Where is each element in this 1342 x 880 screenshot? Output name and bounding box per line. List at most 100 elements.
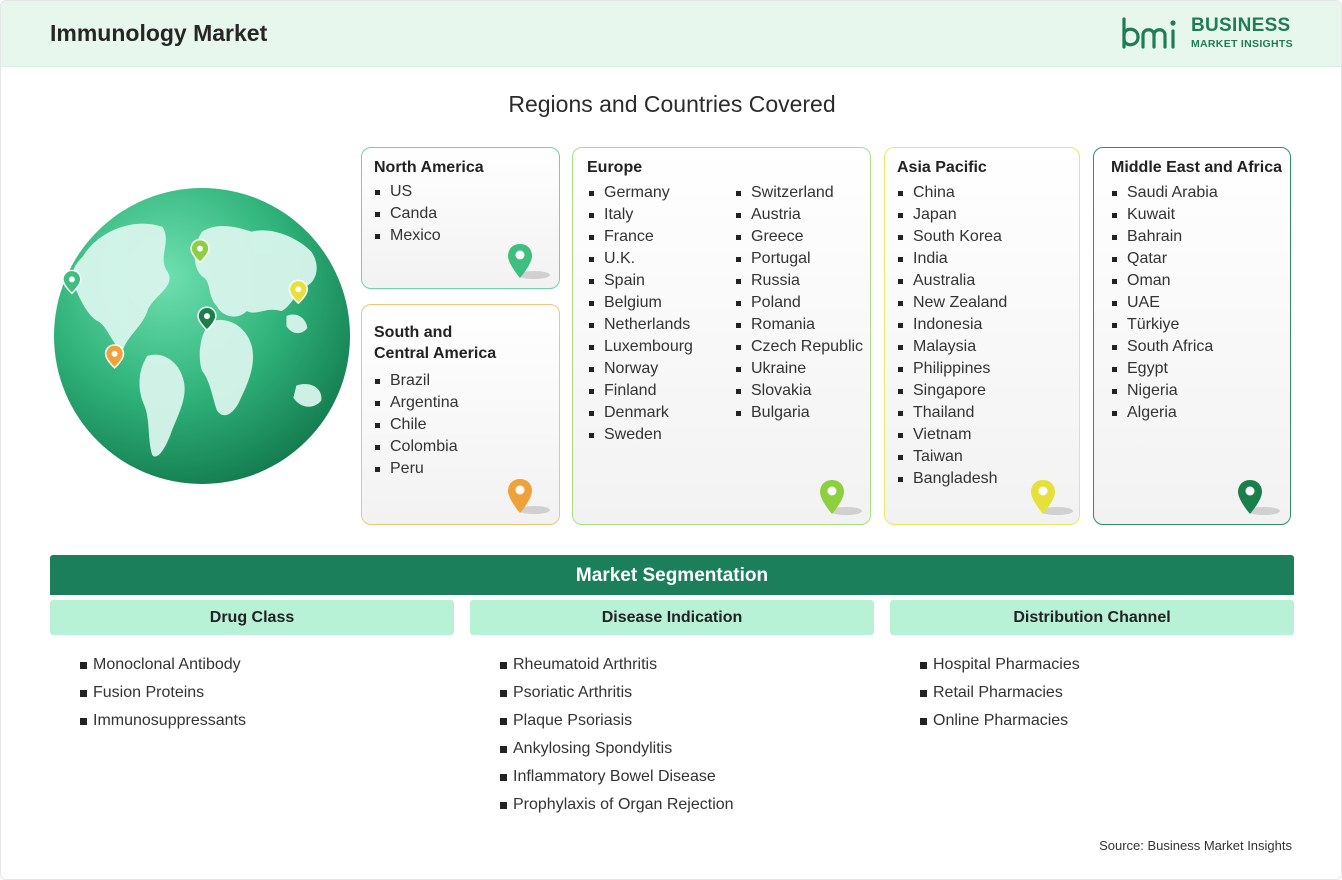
list-item: Romania <box>734 314 863 336</box>
logo: BUSINESS MARKET INSIGHTS <box>1121 15 1301 55</box>
list-item: Indonesia <box>896 314 1007 336</box>
list-item: Netherlands <box>587 314 693 336</box>
list-item: Finland <box>587 380 693 402</box>
list-item: Taiwan <box>896 446 1007 468</box>
segment-heading-label: Drug Class <box>209 609 295 626</box>
region-title-line: South and <box>374 324 453 341</box>
list-item: South Africa <box>1110 336 1218 358</box>
list-item: Monoclonal Antibody <box>80 651 246 679</box>
list-item: Online Pharmacies <box>920 707 1080 735</box>
list-item: Retail Pharmacies <box>920 679 1080 707</box>
region-title: Asia Pacific <box>897 159 987 176</box>
list-item: Plaque Psoriasis <box>500 707 734 735</box>
list-item: Prophylaxis of Organ Rejection <box>500 791 734 819</box>
list-item: Argentina <box>373 392 459 414</box>
segment-heading-label: Disease Indication <box>601 609 743 626</box>
list-item: UAE <box>1110 292 1218 314</box>
list-item: Canda <box>373 203 441 225</box>
list-item: Rheumatoid Arthritis <box>500 651 734 679</box>
regions-title: Regions and Countries Covered <box>508 91 836 117</box>
list-item: New Zealand <box>896 292 1007 314</box>
list-item: Bahrain <box>1110 226 1218 248</box>
list-item: Italy <box>587 204 693 226</box>
list-item: Portugal <box>734 248 863 270</box>
list-item: Greece <box>734 226 863 248</box>
list-item: Chile <box>373 414 459 436</box>
list-item: Spain <box>587 270 693 292</box>
list-item: Kuwait <box>1110 204 1218 226</box>
list-item: Peru <box>373 458 459 480</box>
list-item: Qatar <box>1110 248 1218 270</box>
list-item: Inflammatory Bowel Disease <box>500 763 734 791</box>
list-item: Immunosuppressants <box>80 707 246 735</box>
region-title-line: Central America <box>374 345 497 362</box>
list-item: Russia <box>734 270 863 292</box>
region-title: Europe <box>587 159 643 176</box>
map-pin-icon <box>1031 480 1073 515</box>
list-item: Nigeria <box>1110 380 1218 402</box>
region-title: Middle East and Africa <box>1111 159 1282 176</box>
list-item: US <box>373 181 441 203</box>
logo-word-business: BUSINESS <box>1191 15 1291 36</box>
list-item: Ankylosing Spondylitis <box>500 735 734 763</box>
list-item: Fusion Proteins <box>80 679 246 707</box>
globe-icon <box>53 187 351 485</box>
list-item: Saudi Arabia <box>1110 182 1218 204</box>
list-item: Bulgaria <box>734 402 863 424</box>
list-item: Bangladesh <box>896 468 1007 490</box>
list-item: Sweden <box>587 424 693 446</box>
list-item: Luxembourg <box>587 336 693 358</box>
list-item: Algeria <box>1110 402 1218 424</box>
list-item: Singapore <box>896 380 1007 402</box>
segment-list-drug-class: Monoclonal Antibody Fusion Proteins Immu… <box>80 651 246 735</box>
segment-heading-distribution-channel: Distribution Channel <box>890 600 1294 635</box>
segment-list-distribution-channel: Hospital Pharmacies Retail Pharmacies On… <box>920 651 1080 735</box>
region-card-south-central-america: South and Central America Brazil Argenti… <box>361 304 560 525</box>
region-card-asia-pacific: Asia Pacific China Japan South Korea Ind… <box>884 147 1080 525</box>
list-item: Poland <box>734 292 863 314</box>
header: Immunology Market BUSINESS MARKET INSIGH… <box>1 1 1341 67</box>
list-item: Egypt <box>1110 358 1218 380</box>
logo-word-market-insights: MARKET INSIGHTS <box>1191 38 1293 50</box>
region-card-north-america: North America US Canda Mexico <box>361 147 560 289</box>
map-pin-icon <box>1238 480 1280 515</box>
segmentation-bar: Market Segmentation <box>50 555 1294 595</box>
country-list: Germany Italy France U.K. Spain Belgium … <box>587 182 693 446</box>
list-item: Brazil <box>373 370 459 392</box>
list-item: Colombia <box>373 436 459 458</box>
segmentation-title: Market Segmentation <box>575 565 769 586</box>
list-item: Czech Republic <box>734 336 863 358</box>
country-list: US Canda Mexico <box>373 181 441 247</box>
list-item: Vietnam <box>896 424 1007 446</box>
segment-heading-drug-class: Drug Class <box>50 600 454 635</box>
list-item: Mexico <box>373 225 441 247</box>
list-item: France <box>587 226 693 248</box>
segment-heading-label: Distribution Channel <box>1013 609 1171 626</box>
list-item: Slovakia <box>734 380 863 402</box>
source-note: Source: Business Market Insights <box>1099 838 1292 853</box>
list-item: Oman <box>1110 270 1218 292</box>
list-item: Psoriatic Arthritis <box>500 679 734 707</box>
region-card-middle-east-africa: Middle East and Africa Saudi Arabia Kuwa… <box>1093 147 1291 525</box>
country-list: Saudi Arabia Kuwait Bahrain Qatar Oman U… <box>1110 182 1218 424</box>
segment-list-disease-indication: Rheumatoid Arthritis Psoriatic Arthritis… <box>500 651 734 819</box>
segment-heading-disease-indication: Disease Indication <box>470 600 874 635</box>
infographic-frame: Immunology Market BUSINESS MARKET INSIGH… <box>0 0 1342 880</box>
country-list: Brazil Argentina Chile Colombia Peru <box>373 370 459 480</box>
country-list: China Japan South Korea India Australia … <box>896 182 1007 490</box>
region-card-europe: Europe Germany Italy France U.K. Spain B… <box>572 147 871 525</box>
list-item: Denmark <box>587 402 693 424</box>
map-pin-icon <box>820 480 862 515</box>
list-item: Austria <box>734 204 863 226</box>
list-item: Germany <box>587 182 693 204</box>
region-title: North America <box>374 159 484 176</box>
list-item: Japan <box>896 204 1007 226</box>
list-item: India <box>896 248 1007 270</box>
list-item: Philippines <box>896 358 1007 380</box>
region-title: South and Central America <box>374 322 496 364</box>
list-item: Türkiye <box>1110 314 1218 336</box>
list-item: China <box>896 182 1007 204</box>
country-list: Switzerland Austria Greece Portugal Russ… <box>734 182 863 424</box>
list-item: U.K. <box>587 248 693 270</box>
list-item: Malaysia <box>896 336 1007 358</box>
